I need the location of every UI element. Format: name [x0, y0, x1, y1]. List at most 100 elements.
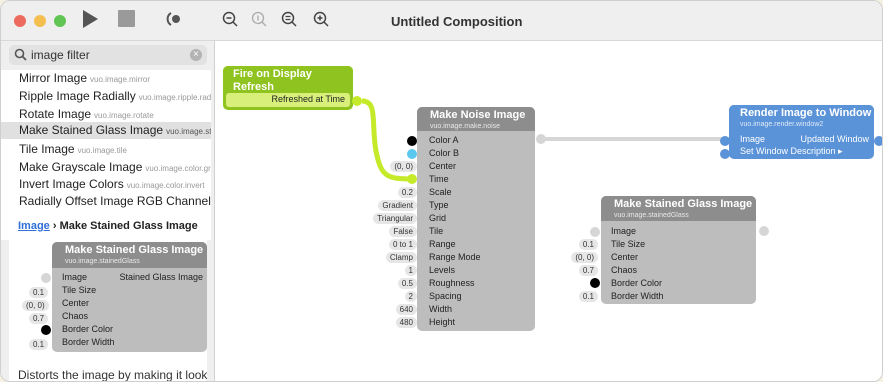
port-value[interactable]: 2 [404, 291, 417, 302]
search-icon [14, 48, 27, 66]
zoom-in-button[interactable] [311, 9, 331, 33]
output-port[interactable] [759, 226, 769, 236]
preview-node[interactable]: Make Stained Glass Image vuo.image.stain… [52, 242, 207, 352]
color-swatch-black[interactable] [41, 325, 51, 335]
port-label: Border Width [62, 337, 115, 347]
port-label: Chaos [62, 311, 89, 321]
port-value[interactable]: Triangular [373, 213, 417, 224]
zoom-in-icon [313, 11, 329, 32]
port-label: Chaos [611, 265, 638, 275]
node-title: Make Grayscale Image [19, 160, 143, 174]
breadcrumb-category-link[interactable]: Image [18, 220, 50, 232]
node-title: Fire on Display Refresh [233, 68, 312, 93]
port-value[interactable]: 0.5 [397, 278, 417, 289]
breadcrumb: Image › Make Stained Glass Image [18, 220, 198, 232]
stop-button[interactable] [115, 9, 137, 33]
search-input[interactable]: image filter [31, 48, 90, 62]
make-stained-glass-image-node[interactable]: Make Stained Glass Image vuo.image.stain… [601, 196, 756, 304]
node-class: vuo.image.rotate [94, 111, 154, 120]
port-label: Width [429, 304, 453, 314]
zoom-window-button[interactable] [54, 15, 66, 27]
input-port[interactable] [41, 273, 51, 283]
port-value[interactable]: 0.2 [397, 187, 417, 198]
render-image-to-window-node[interactable]: Render Image to Window vuo.image.render.… [729, 105, 874, 159]
node-header: Make Stained Glass Image vuo.image.stain… [52, 242, 207, 268]
breadcrumb-title: Make Stained Glass Image [59, 220, 198, 232]
breadcrumb-separator: › [52, 220, 57, 232]
node-title: Make Stained Glass Image [19, 123, 164, 137]
output-port-label: Stained Glass Image [119, 272, 203, 282]
list-item[interactable]: Ripple Image Radially vuo.image.ripple.ra… [1, 88, 211, 104]
node-title: Radially Offset Image RGB Channels [19, 194, 211, 208]
node-title: Tile Image [19, 142, 75, 156]
port-value[interactable]: 480 [395, 317, 417, 328]
port-value[interactable]: 0.7 [578, 265, 598, 276]
app-window: Untitled Composition image filter × Mirr… [0, 0, 883, 382]
port-label: Center [429, 161, 457, 171]
list-item[interactable]: Rotate Image vuo.image.rotate [1, 106, 211, 122]
actual-size-button[interactable] [249, 9, 269, 33]
port-label: Range [429, 239, 456, 249]
color-swatch-black[interactable] [590, 278, 600, 288]
output-port[interactable] [874, 136, 882, 146]
node-search-field[interactable]: image filter × [9, 45, 207, 65]
make-noise-image-node[interactable]: Make Noise Image vuo.image.make.noise Co… [417, 107, 535, 331]
port-value[interactable]: 0.7 [29, 313, 49, 324]
port-row: Image Stained Glass Image [52, 271, 207, 284]
list-item[interactable]: Tile Image vuo.image.tile [1, 141, 211, 157]
port-value[interactable]: (0, 0) [390, 161, 417, 172]
port-value[interactable]: 640 [395, 304, 417, 315]
port-label: Range Mode [429, 252, 481, 262]
node-class: vuo.image.ripple.radial [138, 93, 211, 102]
node-header: Make Stained Glass Image vuo.image.stain… [601, 196, 756, 221]
port-value[interactable]: 0.1 [578, 239, 598, 250]
composition-canvas[interactable]: Fire on Display Refresh vuo.event.fireOn… [216, 41, 882, 381]
port-value[interactable]: False [389, 226, 417, 237]
show-events-button[interactable] [163, 9, 187, 33]
list-item[interactable]: Mirror Image vuo.image.mirror [1, 70, 211, 86]
clear-search-icon[interactable]: × [190, 49, 202, 61]
output-port[interactable] [352, 96, 362, 106]
port-value[interactable]: 0.1 [29, 339, 49, 350]
list-item-selected[interactable]: Make Stained Glass Imagevuo.image.staine… [1, 122, 211, 139]
event-input-port[interactable] [407, 174, 417, 184]
zoom-to-fit-button[interactable] [279, 9, 299, 33]
node-class: vuo.image.stainedGlass [65, 258, 140, 265]
port-value[interactable]: Clamp [385, 252, 417, 263]
fire-on-display-refresh-node[interactable]: Fire on Display Refresh vuo.event.fireOn… [223, 66, 353, 110]
port-value[interactable]: 0 to 1 [388, 239, 417, 250]
port-label: Set Window Description ▸ [740, 146, 843, 156]
node-header: Render Image to Window vuo.image.render.… [729, 105, 874, 131]
close-window-button[interactable] [14, 15, 26, 27]
minimize-window-button[interactable] [34, 15, 46, 27]
window-title: Untitled Composition [391, 14, 523, 29]
node-title: Make Stained Glass Image [65, 244, 204, 256]
list-item[interactable]: Make Grayscale Imagevuo.image.color.gray [1, 159, 211, 175]
input-port[interactable] [720, 149, 730, 159]
documentation-panel: Image › Make Stained Glass Image Make St… [9, 211, 207, 381]
output-port[interactable] [536, 134, 546, 144]
port-label: Levels [429, 265, 456, 275]
port-value[interactable]: (0, 0) [22, 300, 49, 311]
port-value[interactable]: 0.1 [29, 287, 49, 298]
output-port-label: Refreshed at Time [271, 94, 345, 104]
color-swatch-cyan[interactable] [407, 149, 417, 159]
node-header: Make Noise Image vuo.image.make.noise [417, 107, 535, 131]
input-port[interactable] [590, 227, 600, 237]
port-value[interactable]: (0, 0) [571, 252, 598, 263]
port-value[interactable]: 1 [404, 265, 417, 276]
list-item[interactable]: Radially Offset Image RGB Channelsvuo.im… [1, 193, 211, 209]
zoom-out-button[interactable] [220, 9, 240, 33]
color-swatch-black[interactable] [407, 136, 417, 146]
run-button[interactable] [79, 9, 101, 33]
port-value[interactable]: 0.1 [578, 291, 598, 302]
node-class: vuo.image.stainedGlass [166, 127, 211, 136]
port-label: Tile Size [611, 239, 646, 249]
port-label: Border Color [611, 278, 663, 288]
port-label: Type [429, 200, 449, 210]
port-value[interactable]: Gradient [378, 200, 417, 211]
info-icon [251, 11, 267, 32]
port-label: Border Color [62, 324, 114, 334]
input-port[interactable] [720, 136, 730, 146]
list-item[interactable]: Invert Image Colors vuo.image.color.inver… [1, 176, 211, 192]
